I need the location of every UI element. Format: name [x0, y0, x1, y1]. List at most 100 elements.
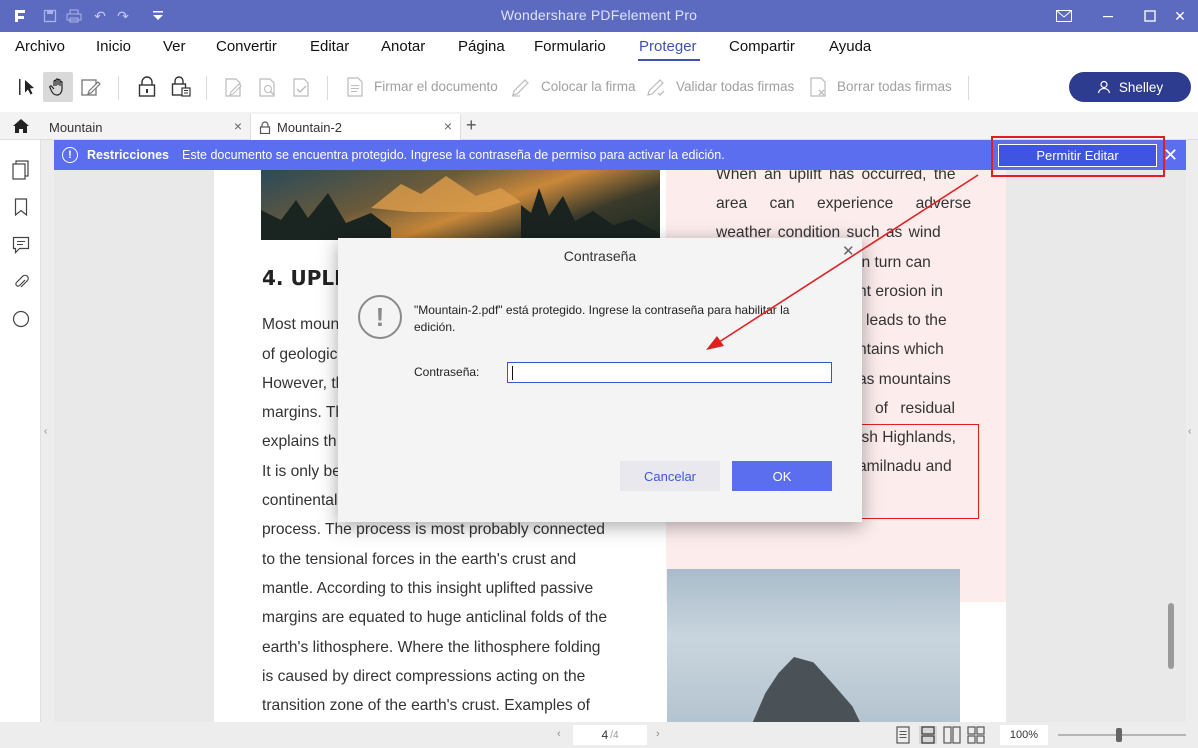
delete-signatures-icon: [803, 72, 833, 102]
maximize-icon[interactable]: [1136, 4, 1164, 28]
banner-title: Restricciones: [87, 148, 169, 162]
user-account-button[interactable]: Shelley: [1069, 72, 1191, 102]
collapse-sidebar-chevron-icon[interactable]: ‹: [44, 426, 47, 437]
grid-view-icon[interactable]: [967, 726, 985, 744]
menu-ayuda[interactable]: Ayuda: [829, 38, 871, 55]
redact-mark-icon: [218, 72, 248, 102]
forest-silhouette: [261, 176, 660, 240]
password-label: Contraseña:: [414, 365, 480, 379]
password-lock-icon[interactable]: [132, 72, 162, 102]
close-tab-icon[interactable]: ×: [444, 118, 452, 134]
password-input[interactable]: [507, 362, 832, 383]
user-name: Shelley: [1118, 79, 1164, 95]
toolbar-separator: [118, 76, 119, 100]
lock-icon: [259, 120, 271, 134]
body-text-line: is caused by direct compressions acting …: [262, 668, 586, 685]
body-text-line: nt erosion in: [858, 283, 943, 300]
menu-anotar[interactable]: Anotar: [381, 38, 425, 55]
dialog-message: "Mountain-2.pdf" está protegido. Ingrese…: [414, 303, 790, 334]
cancel-button[interactable]: Cancelar: [620, 461, 720, 491]
menu-bar: Archivo Inicio Ver Convertir Editar Anot…: [0, 32, 1198, 62]
continuous-view-icon[interactable]: [919, 726, 937, 744]
minimize-icon[interactable]: [1094, 4, 1122, 28]
body-text-line: earth's lithosphere. Where the lithosphe…: [262, 639, 601, 656]
hand-tool-icon[interactable]: [43, 72, 73, 102]
comment-icon[interactable]: [10, 234, 32, 256]
single-page-view-icon[interactable]: [895, 726, 913, 744]
title-bar: ↶ ↷ Wondershare PDFelement Pro ✕: [0, 0, 1198, 32]
ok-button[interactable]: OK: [732, 461, 832, 491]
menu-ver[interactable]: Ver: [163, 38, 186, 55]
app-title: Wondershare PDFelement Pro: [500, 7, 698, 23]
menu-pagina[interactable]: Página: [458, 38, 505, 55]
toolbar-separator: [327, 76, 328, 100]
validate-signatures-icon: [641, 72, 671, 102]
body-text-line: process. The process is most probably co…: [262, 521, 605, 538]
select-cursor-icon[interactable]: [12, 72, 42, 102]
thumbnails-icon[interactable]: [10, 159, 32, 181]
body-text-line: ntains which: [858, 341, 944, 358]
dialog-close-icon[interactable]: ✕: [842, 242, 855, 260]
zoom-slider-handle[interactable]: [1116, 728, 1122, 742]
close-tab-icon[interactable]: ×: [234, 118, 242, 134]
user-icon: [1097, 80, 1110, 94]
zoom-level-field[interactable]: 100%: [1000, 725, 1048, 745]
permission-lock-icon[interactable]: [166, 72, 196, 102]
close-banner-icon[interactable]: ✕: [1163, 145, 1178, 166]
mail-icon[interactable]: [1050, 4, 1078, 28]
two-page-view-icon[interactable]: [943, 726, 961, 744]
menu-editar[interactable]: Editar: [310, 38, 349, 55]
body-text-line: Most moun: [262, 316, 340, 333]
body-text-line: as mountains: [858, 371, 951, 388]
menu-convertir[interactable]: Convertir: [216, 38, 277, 55]
tab-mountain[interactable]: Mountain ×: [41, 114, 251, 140]
password-dialog: Contraseña ✕ ! "Mountain-2.pdf" está pro…: [338, 238, 862, 522]
body-text-line: explains th: [262, 433, 337, 450]
validate-signatures-label: Validar todas firmas: [676, 79, 795, 94]
total-pages: /4: [610, 729, 619, 741]
body-text-line: of residual: [875, 400, 955, 417]
new-tab-icon[interactable]: +: [466, 115, 477, 136]
banner-message: Este documento se encuentra protegido. I…: [182, 148, 725, 162]
tab-mountain-2[interactable]: Mountain-2 ×: [251, 114, 461, 140]
bookmark-icon[interactable]: [10, 196, 32, 218]
attachment-icon[interactable]: [10, 271, 32, 293]
place-signature-label: Colocar la firma: [541, 79, 636, 94]
edit-text-icon[interactable]: [75, 72, 105, 102]
text-caret: [512, 366, 513, 380]
body-text-line: mantle. According to this insight uplift…: [262, 580, 594, 597]
body-text-line: continental: [262, 492, 338, 509]
toolbar-separator: [206, 76, 207, 100]
body-text-line: to the tensional forces in the earth's c…: [262, 551, 577, 568]
rock-peak-shape: [742, 657, 872, 722]
previous-page-chevron-icon[interactable]: ‹: [557, 728, 561, 740]
dialog-title: Contraseña: [563, 248, 637, 264]
zoom-slider-track[interactable]: [1058, 734, 1186, 736]
close-window-icon[interactable]: ✕: [1166, 4, 1194, 28]
status-bar: ‹ 4 /4 › 100%: [0, 722, 1198, 748]
delete-signatures-label: Borrar todas firmas: [837, 79, 952, 94]
next-page-chevron-icon[interactable]: ›: [656, 728, 660, 740]
body-text-line: It is only bel: [262, 463, 345, 480]
page-number-field[interactable]: 4 /4: [573, 725, 647, 745]
menu-proteger[interactable]: Proteger: [639, 38, 697, 55]
menu-archivo[interactable]: Archivo: [15, 38, 65, 55]
search-circle-icon[interactable]: [10, 308, 32, 330]
current-page: 4: [601, 728, 609, 742]
tab-label: Mountain: [49, 119, 103, 135]
expand-panel-chevron-icon[interactable]: ‹: [1188, 426, 1191, 437]
tab-label: Mountain-2: [277, 119, 343, 135]
place-signature-icon: [506, 72, 536, 102]
menu-formulario[interactable]: Formulario: [534, 38, 606, 55]
body-text-line: area can experience adverse: [716, 195, 972, 212]
search-redact-icon: [252, 72, 282, 102]
vertical-scrollbar[interactable]: [1168, 603, 1174, 669]
protect-toolbar: Firmar el documento Colocar la firma Val…: [0, 62, 1198, 112]
body-text-line: of geologic: [262, 346, 338, 363]
sign-document-label: Firmar el documento: [374, 79, 498, 94]
menu-compartir[interactable]: Compartir: [729, 38, 795, 55]
info-icon: !: [62, 147, 78, 163]
body-text-line: However, th: [262, 375, 345, 392]
menu-inicio[interactable]: Inicio: [96, 38, 131, 55]
home-icon[interactable]: [0, 112, 42, 140]
